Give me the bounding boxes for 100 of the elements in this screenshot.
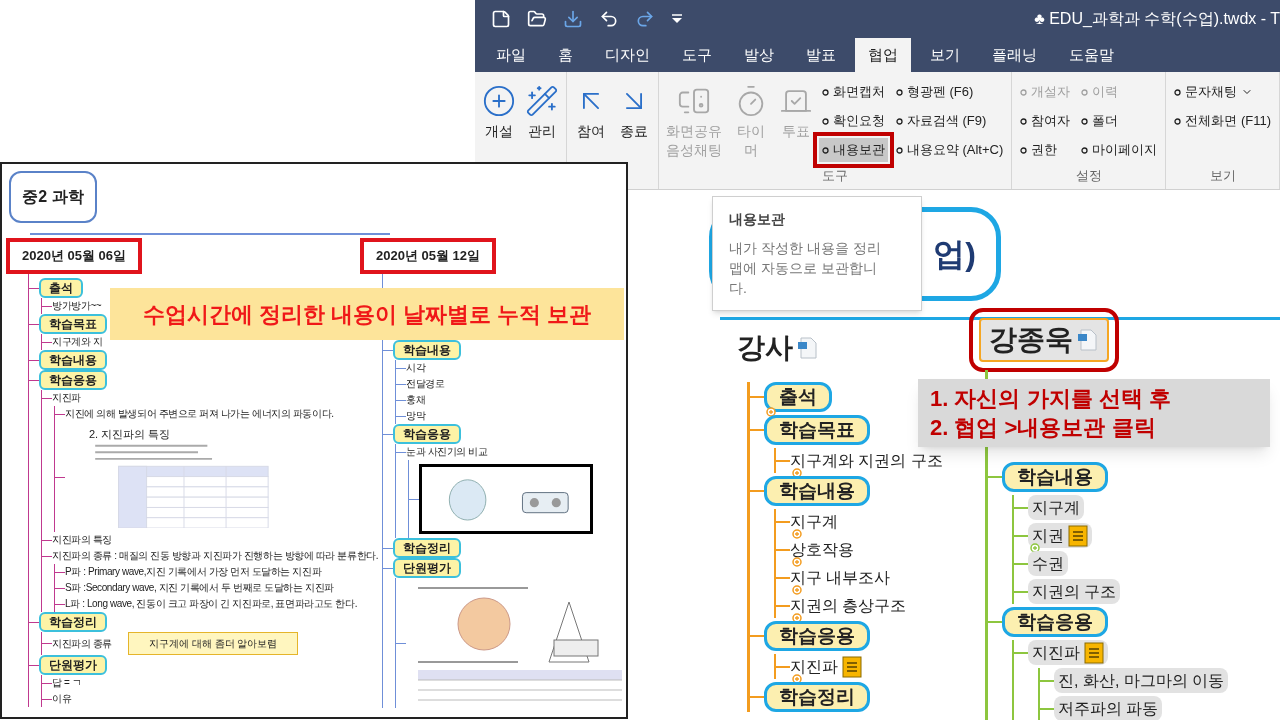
- node-label[interactable]: 지구계와 지권의 구조: [790, 448, 943, 473]
- node-label[interactable]: 지진파: [790, 654, 838, 679]
- group-label: 도구: [821, 166, 850, 185]
- ribbon-item[interactable]: 화면캡처: [818, 80, 888, 104]
- window-title: ♣ EDU_과학과 수학(수업).twdx - T: [1034, 9, 1280, 29]
- document-icon[interactable]: [797, 336, 819, 360]
- bullet-icon: [1020, 117, 1028, 125]
- node-text: S파 :Secondary wave, 지진 기록에서 두 번째로 도달하는 지진파: [65, 580, 334, 596]
- bullet-icon: [1174, 88, 1182, 96]
- topic-node[interactable]: 학습내용: [1002, 462, 1108, 492]
- date-label: 2020년 05월 12일: [360, 238, 497, 274]
- topic-node: 학습목표: [39, 314, 107, 334]
- topic-node[interactable]: 학습응용: [764, 621, 870, 651]
- tooltip-text: 내가 작성한 내용을 정리 맵에 자동으로 보관합니다.: [729, 239, 882, 298]
- topic-node: 학습정리: [393, 538, 461, 558]
- document-icon[interactable]: [1077, 328, 1099, 352]
- new-note-icon[interactable]: [491, 9, 511, 29]
- expand-icon: [792, 529, 802, 539]
- node-label[interactable]: 지권의 층상구조: [790, 593, 907, 618]
- note-icon[interactable]: [842, 655, 862, 678]
- ribbon-item[interactable]: 형광펜 (F6): [892, 80, 1007, 104]
- wand-icon: [525, 84, 559, 118]
- topic-node[interactable]: 학습응용: [1002, 607, 1108, 637]
- topic-node[interactable]: 학습목표: [764, 415, 870, 445]
- node-pill[interactable]: 지권: [1028, 523, 1092, 548]
- topic-node: 학습정리: [39, 612, 107, 632]
- topic-node[interactable]: 출석: [764, 382, 832, 412]
- topic-node: 학습응용: [39, 370, 107, 390]
- ribbon-tab[interactable]: 협업: [855, 38, 911, 72]
- ribbon-tab[interactable]: 홈: [545, 38, 586, 72]
- ribbon-item[interactable]: 내용요약 (Alt+C): [892, 138, 1007, 162]
- folder-icon[interactable]: [527, 9, 547, 29]
- topic-node: 단원평가: [393, 558, 461, 578]
- note-callout: 지구계에 대해 좀더 알아보렴: [128, 632, 299, 655]
- node-label[interactable]: 지구계: [790, 509, 838, 534]
- node-text: 지진파의 특징: [52, 532, 112, 548]
- bullet-icon: [821, 146, 829, 154]
- topic-node: 학습내용: [393, 340, 461, 360]
- dropdown-icon[interactable]: [671, 14, 683, 24]
- ribbon-item[interactable]: 확인요청: [818, 109, 888, 133]
- group-label: 설정: [1074, 166, 1103, 185]
- ribbon-button[interactable]: 참여: [572, 84, 610, 141]
- ribbon-item[interactable]: 전체화면 (F11): [1171, 109, 1274, 133]
- node-label[interactable]: 상호작용: [790, 537, 854, 562]
- ribbon-tab[interactable]: 보기: [917, 38, 973, 72]
- tooltip-title: 내용보관: [729, 210, 786, 229]
- node-text: 홍채: [406, 392, 426, 408]
- node-text: 답 = ㄱ: [52, 675, 82, 691]
- topic-node: 학습내용: [39, 350, 107, 370]
- date-label: 2020년 05월 06일: [6, 238, 143, 274]
- ribbon-tab[interactable]: 도구: [669, 38, 725, 72]
- download-icon[interactable]: [563, 9, 583, 29]
- node-text: 지진파의 종류 : 매질의 진동 방향과 지진파가 진행하는 방향에 따라 분류한다.: [52, 548, 379, 564]
- ribbon-tab[interactable]: 도움말: [1056, 38, 1127, 72]
- node-text: 눈과 사진기의 비교: [406, 444, 488, 460]
- ribbon-item[interactable]: 폴더: [1078, 109, 1161, 133]
- node-text: 망막: [406, 408, 426, 424]
- expand-icon: [792, 557, 802, 567]
- ribbon-item[interactable]: 권한: [1017, 138, 1074, 162]
- plus-circle-icon: [482, 84, 516, 118]
- ribbon-item[interactable]: 자료검색 (F9): [892, 109, 1007, 133]
- group-label: 보기: [1208, 166, 1237, 185]
- bullet-icon: [1081, 117, 1089, 125]
- expand-icon: [766, 407, 776, 417]
- node-label[interactable]: 지구 내부조사: [790, 565, 891, 590]
- node-text: 전달경로: [406, 376, 445, 392]
- node-pill[interactable]: 지진파: [1028, 640, 1108, 665]
- topic-node[interactable]: 학습정리: [764, 682, 870, 712]
- node-text: 방가방가~~: [52, 298, 102, 314]
- bullet-icon: [895, 117, 903, 125]
- note-icon[interactable]: [1068, 524, 1088, 547]
- ribbon-button[interactable]: 관리: [523, 84, 561, 141]
- undo-icon[interactable]: [599, 9, 619, 29]
- ribbon-tab[interactable]: 발상: [731, 38, 787, 72]
- ribbon-tab[interactable]: 발표: [793, 38, 849, 72]
- redo-icon[interactable]: [635, 9, 655, 29]
- ribbon-tab[interactable]: 플래닝: [979, 38, 1050, 72]
- node-text: 지구계와 지: [52, 334, 103, 350]
- bullet-icon: [821, 88, 829, 96]
- bullet-icon: [1020, 88, 1028, 96]
- branch-label[interactable]: 강사: [737, 327, 793, 369]
- ribbon-item[interactable]: 문자채팅: [1171, 80, 1274, 104]
- topic-node[interactable]: 학습내용: [764, 476, 870, 506]
- ribbon-item[interactable]: 마이페이지: [1078, 138, 1161, 162]
- bullet-icon: [1081, 88, 1089, 96]
- note-icon[interactable]: [1084, 641, 1104, 664]
- node-text: L파 : Long wave, 진동이 크고 파장이 긴 지진파로, 표면파라고도 한다.: [65, 596, 358, 612]
- ribbon-item[interactable]: 참여자: [1017, 109, 1074, 133]
- node-text: 시각: [406, 360, 426, 376]
- bullet-icon: [821, 117, 829, 125]
- ribbon-tab[interactable]: 파일: [483, 38, 539, 72]
- instruction-text: 1. 자신의 가지를 선택 후: [930, 385, 1172, 413]
- ribbon-tab[interactable]: 디자인: [592, 38, 663, 72]
- node-text: 지진에 의해 발생되어 주변으로 퍼져 나가는 에너지의 파동이다.: [65, 406, 334, 422]
- node-label: 지권: [1032, 525, 1064, 546]
- instruction-text: 2. 협업 >내용보관 클릭: [930, 414, 1157, 442]
- ribbon-button[interactable]: 개설: [480, 84, 518, 141]
- branch-label: 강종욱: [989, 323, 1073, 357]
- ribbon-button[interactable]: 종료: [615, 84, 653, 141]
- expand-icon: [792, 585, 802, 595]
